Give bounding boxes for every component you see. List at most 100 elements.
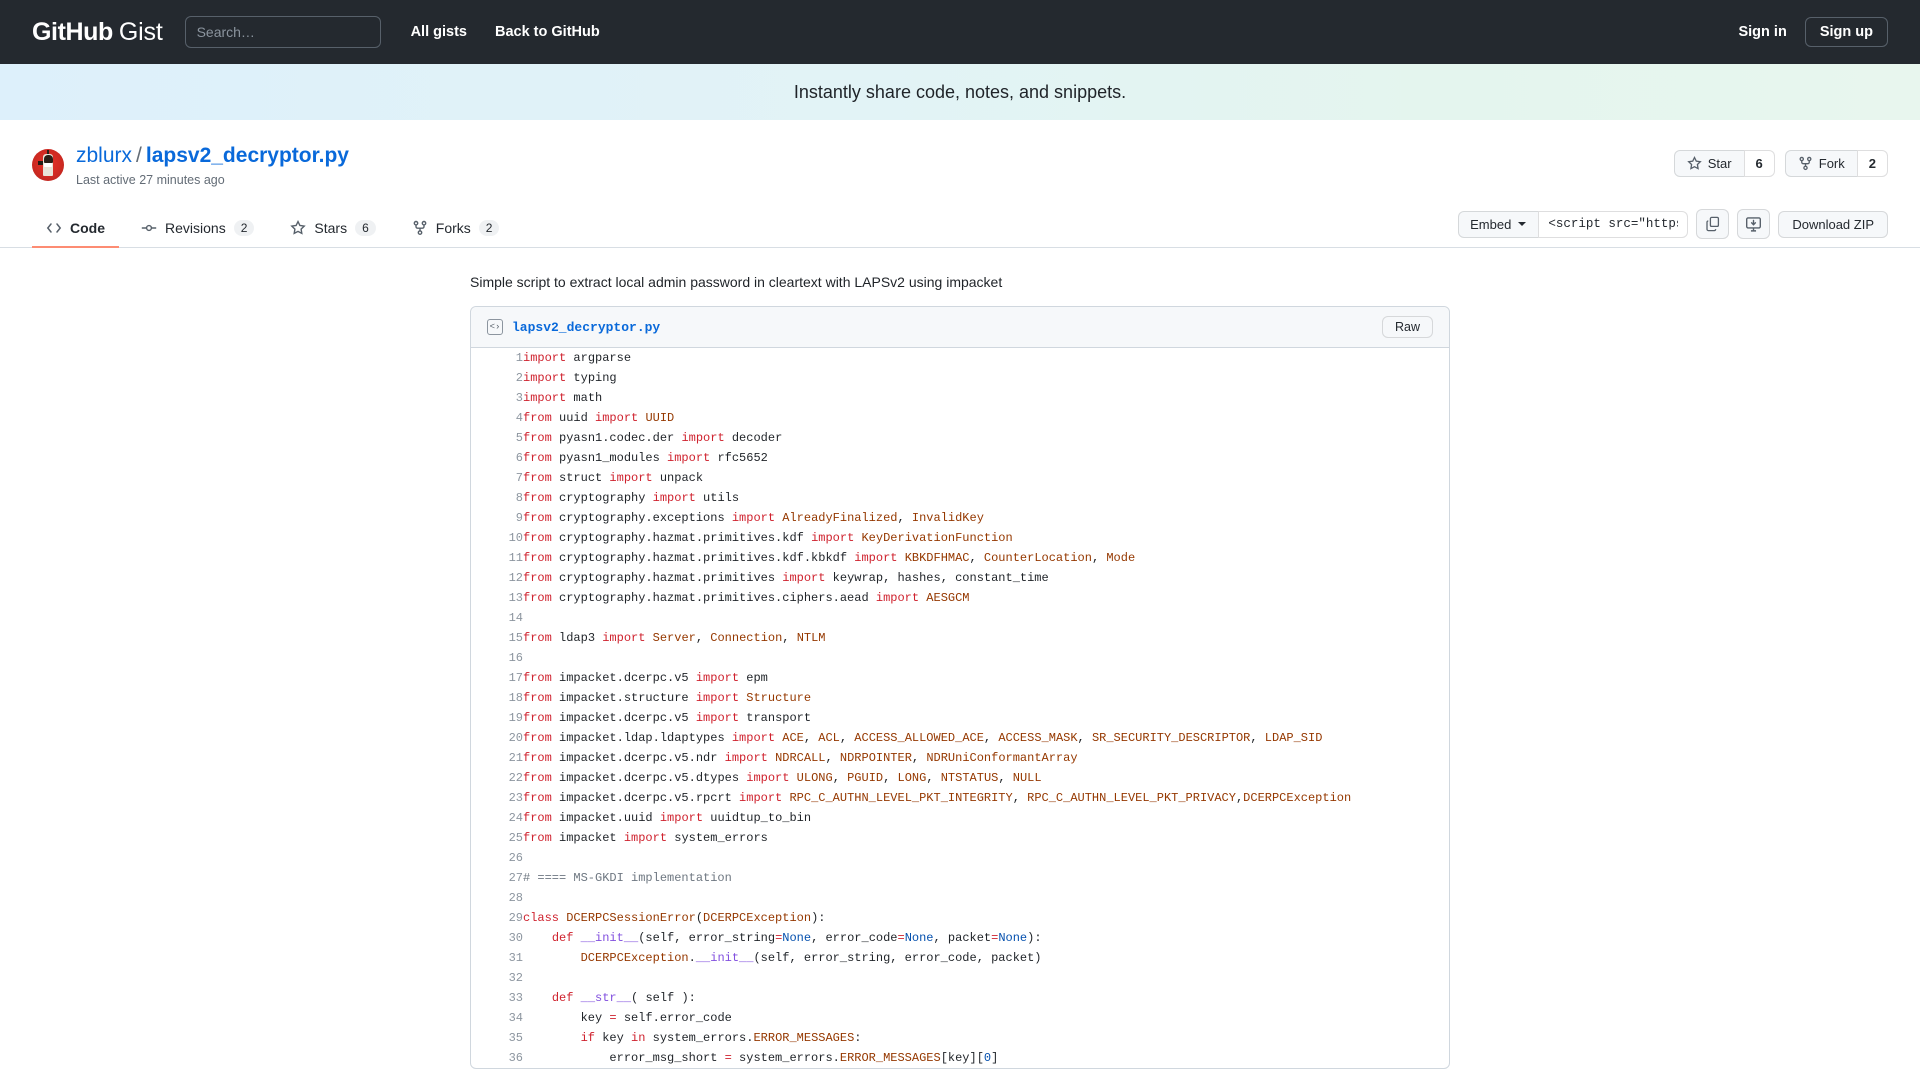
code-line-content: from impacket.structure import Structure bbox=[523, 691, 812, 706]
sign-in-link[interactable]: Sign in bbox=[1738, 24, 1786, 40]
fork-button[interactable]: Fork bbox=[1784, 150, 1857, 177]
tab-code[interactable]: Code bbox=[32, 212, 119, 249]
code-line-number: 13 bbox=[508, 591, 523, 606]
code-line-number: 1 bbox=[515, 351, 523, 366]
code-line-number: 3 bbox=[515, 391, 523, 406]
code-line: 34 key = self.error_code bbox=[471, 1008, 1449, 1028]
embed-url-input[interactable] bbox=[1538, 210, 1689, 238]
code-line-content bbox=[523, 888, 1449, 908]
tab-revisions[interactable]: Revisions 2 bbox=[127, 212, 268, 248]
nav-all-gists[interactable]: All gists bbox=[411, 24, 467, 40]
code-line-content: from impacket.dcerpc.v5.rpcrt import RPC… bbox=[523, 791, 1352, 806]
code-line-number: 11 bbox=[508, 551, 523, 566]
embed-dropdown[interactable]: Embed bbox=[1458, 210, 1539, 238]
code-line-number: 15 bbox=[508, 631, 523, 646]
tab-forks-count: 2 bbox=[478, 220, 500, 237]
code-line-number: 23 bbox=[508, 791, 523, 806]
avatar-detail-mouth bbox=[44, 163, 52, 167]
code-line-number: 18 bbox=[508, 691, 523, 706]
embed-group: Embed bbox=[1458, 210, 1689, 238]
code-line: 26 bbox=[471, 848, 1449, 868]
code-line-number: 31 bbox=[508, 951, 523, 966]
copy-icon bbox=[1706, 216, 1719, 232]
code-line-number: 22 bbox=[508, 771, 523, 786]
sign-up-button[interactable]: Sign up bbox=[1804, 17, 1888, 47]
fork-label: Fork bbox=[1818, 156, 1845, 171]
code-line: 11 from cryptography.hazmat.primitives.kd… bbox=[471, 548, 1449, 568]
code-line-content: from cryptography.hazmat.primitives.kdf.… bbox=[523, 551, 1136, 566]
star-button[interactable]: Star bbox=[1673, 150, 1744, 177]
code-line: 35 if key in system_errors.ERROR_MESSAGE… bbox=[471, 1028, 1449, 1048]
code-line-number: 26 bbox=[508, 851, 523, 866]
code-line-number: 27 bbox=[508, 871, 523, 886]
gist-file-name-link[interactable]: lapsv2_decryptor.py bbox=[512, 320, 660, 335]
gist-filename-link[interactable]: lapsv2_decryptor.py bbox=[146, 144, 349, 167]
code-line-number: 12 bbox=[508, 571, 523, 586]
code-line-number: 19 bbox=[508, 711, 523, 726]
code-line-number: 21 bbox=[508, 751, 523, 766]
code-line-content bbox=[523, 968, 1449, 988]
embed-label: Embed bbox=[1470, 216, 1512, 232]
page-title: zblurx / lapsv2_decryptor.py bbox=[76, 144, 349, 168]
code-line-content: from pyasn1.codec.der import decoder bbox=[523, 431, 783, 446]
code-line-number: 25 bbox=[508, 831, 523, 846]
gist-file-box: <› lapsv2_decryptor.py Raw 1 import argpa… bbox=[470, 306, 1450, 1070]
gist-toolbar: Embed Dow bbox=[1458, 209, 1888, 247]
code-line-content: from cryptography.hazmat.primitives impo… bbox=[523, 571, 1049, 586]
code-line: 15 from ldap3 import Server, Connection, … bbox=[471, 628, 1449, 648]
commit-icon bbox=[141, 225, 157, 232]
code-line-content: from impacket import system_errors bbox=[523, 831, 768, 846]
code-line: 22 from impacket.dcerpc.v5.dtypes import … bbox=[471, 768, 1449, 788]
code-line-content: from cryptography.hazmat.primitives.ciph… bbox=[523, 591, 970, 606]
avatar-detail-head bbox=[43, 155, 53, 163]
hero-tagline: Instantly share code, notes, and snippet… bbox=[793, 81, 1127, 102]
code-line: 36 error_msg_short = system_errors.ERROR… bbox=[471, 1048, 1449, 1068]
tab-revisions-label: Revisions bbox=[165, 220, 226, 237]
code-line: 9 from cryptography.exceptions import Alr… bbox=[471, 508, 1449, 528]
nav-back-to-github[interactable]: Back to GitHub bbox=[495, 24, 600, 40]
code-line-content bbox=[523, 848, 1449, 868]
star-count[interactable]: 6 bbox=[1743, 150, 1775, 177]
code-line-content: from impacket.dcerpc.v5 import transport bbox=[523, 711, 812, 726]
fork-button-group: Fork 2 bbox=[1784, 150, 1888, 177]
code-line: 28 bbox=[471, 888, 1449, 908]
code-line-number: 24 bbox=[508, 811, 523, 826]
code-line: 29 class DCERPCSessionError(DCERPCExcepti… bbox=[471, 908, 1449, 928]
code-line: 20 from impacket.ldap.ldaptypes import AC… bbox=[471, 728, 1449, 748]
code-line: 2 import typing bbox=[471, 368, 1449, 388]
raw-button[interactable]: Raw bbox=[1381, 316, 1433, 339]
code-line-number: 6 bbox=[515, 451, 523, 466]
last-active-text: Last active 27 minutes ago bbox=[76, 173, 225, 188]
tab-revisions-count: 2 bbox=[233, 220, 255, 237]
tab-stars-label: Stars bbox=[314, 220, 348, 237]
gist-header: zblurx / lapsv2_decryptor.py Last active 2… bbox=[0, 120, 1920, 188]
gist-logo[interactable]: GitHub Gist bbox=[32, 18, 163, 47]
code-line-number: 7 bbox=[515, 471, 523, 486]
code-line-content: import typing bbox=[523, 371, 617, 386]
star-button-group: Star 6 bbox=[1673, 150, 1775, 177]
code-line: 25 from impacket import system_errors bbox=[471, 828, 1449, 848]
code-line: 5 from pyasn1.codec.der import decoder bbox=[471, 428, 1449, 448]
code-line: 21 from impacket.dcerpc.v5.ndr import NDR… bbox=[471, 748, 1449, 768]
code-line-number: 32 bbox=[508, 971, 523, 986]
avatar[interactable] bbox=[32, 149, 64, 181]
fork-icon bbox=[1799, 156, 1812, 171]
gist-container: Simple script to extract local admin pas… bbox=[470, 274, 1450, 1070]
star-icon bbox=[1686, 156, 1702, 170]
search-input[interactable] bbox=[184, 16, 381, 48]
gist-owner-link[interactable]: zblurx bbox=[76, 144, 132, 167]
clone-desktop-icon bbox=[1746, 216, 1762, 232]
gist-tabbar: Code Revisions 2 Stars 6 Forks 2 Embed <… bbox=[0, 209, 1920, 249]
download-zip-button[interactable]: Download ZIP bbox=[1778, 210, 1888, 238]
tab-list: Code Revisions 2 Stars 6 Forks 2 bbox=[32, 211, 514, 249]
code-body: 1 import argparse 2 import typing 3 import ma… bbox=[471, 348, 1449, 1068]
tab-code-label: Code bbox=[70, 220, 105, 237]
code-line: 1 import argparse bbox=[471, 348, 1449, 368]
fork-count[interactable]: 2 bbox=[1856, 150, 1888, 177]
star-label: Star bbox=[1707, 156, 1732, 171]
copy-embed-button[interactable] bbox=[1696, 209, 1730, 240]
tab-stars[interactable]: Stars 6 bbox=[276, 212, 389, 248]
code-line-content: from struct import unpack bbox=[523, 471, 704, 486]
tab-forks[interactable]: Forks 2 bbox=[398, 212, 514, 248]
open-with-desktop-button[interactable] bbox=[1737, 209, 1771, 240]
